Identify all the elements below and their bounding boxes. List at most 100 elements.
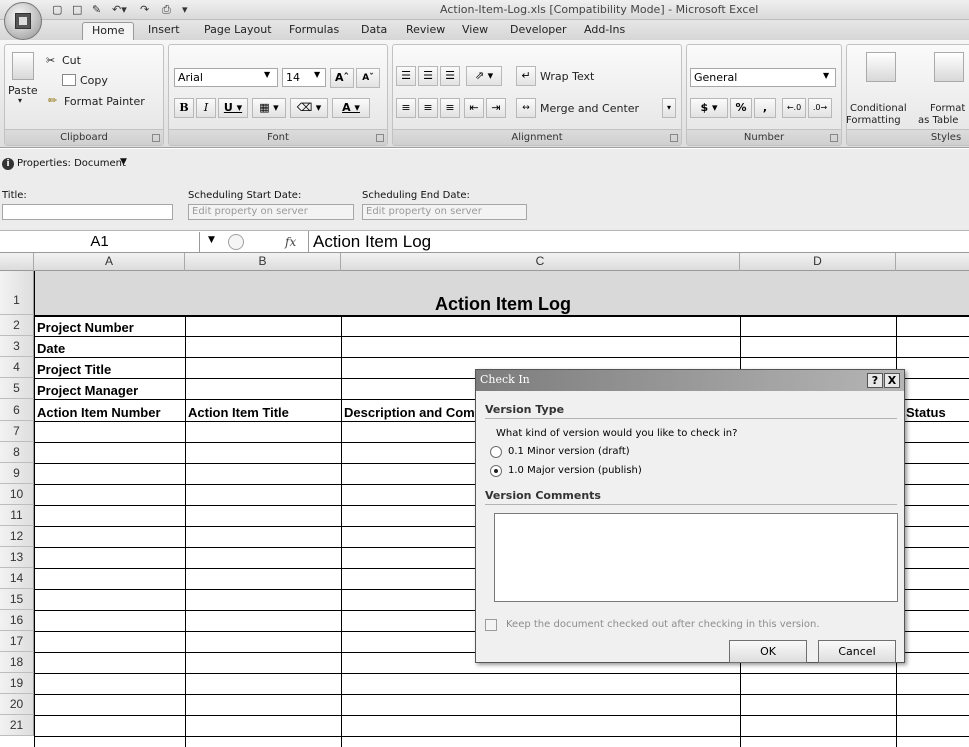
align-bottom-icon[interactable]: ☰ [440, 66, 460, 86]
borders-icon[interactable]: ▦ ▾ [252, 98, 286, 118]
tab-home[interactable]: Home [82, 22, 135, 40]
format-as-table-label[interactable]: Format [930, 103, 965, 114]
dialog-launcher-icon[interactable] [670, 134, 678, 142]
formula-input[interactable]: Action Item Log [313, 232, 431, 252]
chevron-down-icon[interactable]: ▼ [823, 71, 829, 80]
label-cell-project-title[interactable]: Project Title [34, 362, 185, 377]
format-as-table-icon[interactable] [934, 52, 964, 82]
row-header[interactable]: 2 [0, 315, 34, 336]
merge-and-center-button[interactable]: Merge and Center [540, 102, 639, 115]
header-cell-status[interactable]: Status [896, 405, 969, 420]
conditional-formatting-icon[interactable] [866, 52, 896, 82]
header-cell-action-item-title[interactable]: Action Item Title [185, 405, 341, 420]
tab-data[interactable]: Data [361, 22, 387, 40]
grow-font-icon[interactable]: Aˆ [330, 68, 354, 88]
decrease-decimal-icon[interactable]: .0→ [808, 98, 832, 118]
column-header-c[interactable]: C [341, 253, 740, 271]
dialog-launcher-icon[interactable] [152, 134, 160, 142]
align-top-icon[interactable]: ☰ [396, 66, 416, 86]
paste-button[interactable]: Paste [8, 84, 38, 97]
italic-icon[interactable]: I [196, 98, 216, 118]
row-header[interactable]: 14 [0, 568, 34, 589]
paste-icon[interactable] [12, 52, 34, 80]
conditional-formatting-label-2[interactable]: Formatting [846, 115, 901, 126]
row-header[interactable]: 8 [0, 442, 34, 463]
dialog-launcher-icon[interactable] [830, 134, 838, 142]
row-header[interactable]: 7 [0, 421, 34, 442]
cut-icon[interactable]: ✂ [46, 54, 55, 67]
name-box[interactable]: A1 [0, 232, 200, 252]
row-header[interactable]: 20 [0, 694, 34, 715]
tab-review[interactable]: Review [406, 22, 445, 40]
row-header[interactable]: 13 [0, 547, 34, 568]
help-button[interactable]: ? [867, 373, 883, 388]
column-header-e[interactable] [896, 253, 969, 271]
select-all-corner[interactable] [0, 253, 34, 271]
insert-function-icon[interactable]: fx [285, 235, 296, 249]
office-button[interactable] [4, 2, 42, 40]
font-color-icon[interactable]: A ▾ [332, 98, 370, 118]
dialog-title-bar[interactable]: Check In [476, 370, 904, 391]
merge-center-icon[interactable]: ↔ [516, 98, 536, 118]
merge-dropdown-icon[interactable]: ▾ [662, 98, 676, 118]
column-header-b[interactable]: B [185, 253, 341, 271]
label-cell-date[interactable]: Date [34, 341, 185, 356]
format-as-table-label-2[interactable]: as Table [918, 115, 958, 126]
label-cell-project-manager[interactable]: Project Manager [34, 383, 185, 398]
row-header[interactable]: 17 [0, 631, 34, 652]
cut-button[interactable]: Cut [62, 54, 81, 67]
row-header[interactable]: 19 [0, 673, 34, 694]
column-header-a[interactable]: A [34, 253, 185, 271]
currency-button[interactable]: $ ▾ [690, 98, 728, 118]
major-version-label[interactable]: 1.0 Major version (publish) [508, 465, 642, 476]
ok-button[interactable]: OK [729, 640, 807, 663]
increase-indent-icon[interactable]: ⇥ [486, 98, 506, 118]
orientation-icon[interactable]: ⇗ ▾ [466, 66, 502, 86]
title-field[interactable] [2, 204, 173, 220]
dialog-launcher-icon[interactable] [376, 134, 384, 142]
row-header[interactable]: 21 [0, 715, 34, 736]
sheet-title-cell[interactable]: Action Item Log [34, 294, 969, 315]
format-painter-icon[interactable]: ✏ [48, 94, 57, 107]
keep-checked-out-label[interactable]: Keep the document checked out after chec… [506, 619, 820, 630]
fill-color-icon[interactable]: ⌫ ▾ [290, 98, 328, 118]
major-version-radio[interactable] [490, 465, 502, 477]
keep-checked-out-checkbox[interactable] [485, 619, 497, 631]
chevron-down-icon[interactable]: ▼ [120, 157, 127, 167]
row-header[interactable]: 1 [0, 271, 34, 315]
row-header[interactable]: 6 [0, 399, 34, 421]
properties-header[interactable]: Properties: Document [17, 158, 126, 169]
row-header[interactable]: 4 [0, 357, 34, 378]
row-header[interactable]: 16 [0, 610, 34, 631]
chevron-down-icon[interactable]: ▼ [314, 70, 320, 79]
align-right-icon[interactable]: ≡ [440, 98, 460, 118]
font-name-select[interactable]: Arial [174, 68, 278, 87]
close-button[interactable]: X [884, 373, 900, 388]
label-cell-project-number[interactable]: Project Number [34, 320, 185, 335]
bold-icon[interactable]: B [174, 98, 194, 118]
scheduling-end-field[interactable]: Edit property on server [362, 204, 527, 220]
row-header[interactable]: 10 [0, 484, 34, 505]
tab-developer[interactable]: Developer [510, 22, 567, 40]
copy-button[interactable]: Copy [80, 74, 108, 87]
underline-icon[interactable]: U ▾ [218, 98, 248, 118]
tab-formulas[interactable]: Formulas [289, 22, 339, 40]
scheduling-start-field[interactable]: Edit property on server [188, 204, 354, 220]
row-header[interactable]: 3 [0, 336, 34, 357]
wrap-text-button[interactable]: Wrap Text [540, 70, 594, 83]
tab-page-layout[interactable]: Page Layout [204, 22, 272, 40]
version-comments-textarea[interactable] [494, 513, 898, 602]
percent-button[interactable]: % [730, 98, 752, 118]
copy-icon[interactable] [62, 74, 76, 86]
number-format-select[interactable]: General [690, 68, 836, 87]
tab-add-ins[interactable]: Add-Ins [584, 22, 625, 40]
minor-version-radio[interactable] [490, 446, 502, 458]
row-header[interactable]: 12 [0, 526, 34, 547]
row-header[interactable]: 9 [0, 463, 34, 484]
column-header-d[interactable]: D [740, 253, 896, 271]
minor-version-label[interactable]: 0.1 Minor version (draft) [508, 446, 630, 457]
shrink-font-icon[interactable]: Aˇ [356, 68, 380, 88]
decrease-indent-icon[interactable]: ⇤ [464, 98, 484, 118]
align-middle-icon[interactable]: ☰ [418, 66, 438, 86]
row-header[interactable]: 15 [0, 589, 34, 610]
